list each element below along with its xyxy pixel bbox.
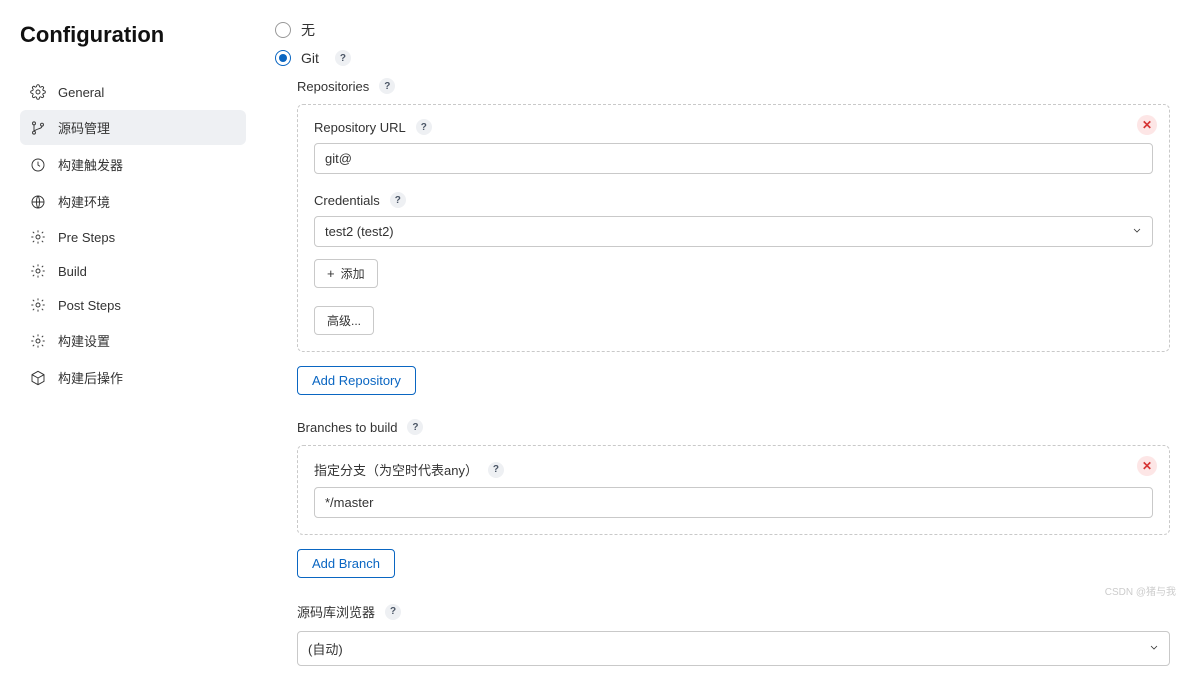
radio-label: 无 [301, 20, 315, 40]
plus-icon: + [327, 267, 335, 280]
help-icon[interactable]: ? [379, 78, 395, 94]
sidebar-item-postbuild[interactable]: 构建后操作 [20, 360, 246, 395]
sidebar-item-scm[interactable]: 源码管理 [20, 110, 246, 145]
sidebar-item-label: 构建环境 [58, 192, 110, 211]
branch-block: ✕ 指定分支（为空时代表any） ? [297, 445, 1170, 535]
delete-branch-button[interactable]: ✕ [1137, 456, 1157, 476]
watermark: CSDN @猪与我 [1105, 583, 1176, 598]
sidebar-item-general[interactable]: General [20, 76, 246, 108]
page-title: Configuration [20, 22, 246, 48]
add-repository-button[interactable]: Add Repository [297, 366, 416, 395]
sidebar-item-poststeps[interactable]: Post Steps [20, 289, 246, 321]
sidebar: Configuration General 源码管理 构建触发器 构建环境 Pr… [0, 0, 258, 678]
branch-spec-label: 指定分支（为空时代表any） ? [314, 460, 1153, 479]
sidebar-item-build[interactable]: Build [20, 255, 246, 287]
sidebar-item-label: Build [58, 264, 87, 279]
help-icon[interactable]: ? [407, 419, 423, 435]
repo-url-label: Repository URL ? [314, 119, 1153, 135]
globe-icon [30, 194, 46, 210]
sidebar-item-label: 构建后操作 [58, 368, 123, 387]
radio-label: Git [301, 50, 319, 66]
repositories-heading: Repositories ? [297, 78, 1170, 94]
sidebar-item-buildsettings[interactable]: 构建设置 [20, 323, 246, 358]
help-icon[interactable]: ? [390, 192, 406, 208]
gear-icon [30, 263, 46, 279]
sidebar-item-label: Post Steps [58, 298, 121, 313]
sidebar-item-env[interactable]: 构建环境 [20, 184, 246, 219]
package-icon [30, 370, 46, 386]
help-icon[interactable]: ? [385, 604, 401, 620]
repo-url-input[interactable] [314, 143, 1153, 174]
branch-icon [30, 120, 46, 136]
credentials-select[interactable]: test2 (test2) [314, 216, 1153, 247]
sidebar-item-triggers[interactable]: 构建触发器 [20, 147, 246, 182]
help-icon[interactable]: ? [416, 119, 432, 135]
sidebar-item-label: General [58, 85, 104, 100]
gear-icon [30, 297, 46, 313]
scm-option-git[interactable]: Git ? [269, 50, 1170, 66]
sidebar-item-label: 构建触发器 [58, 155, 123, 174]
help-icon[interactable]: ? [488, 462, 504, 478]
gear-icon [30, 333, 46, 349]
add-branch-button[interactable]: Add Branch [297, 549, 395, 578]
clock-icon [30, 157, 46, 173]
credentials-label: Credentials ? [314, 192, 1153, 208]
radio-icon[interactable] [275, 22, 291, 38]
radio-icon[interactable] [275, 50, 291, 66]
sidebar-item-presteps[interactable]: Pre Steps [20, 221, 246, 253]
repo-browser-select[interactable]: (自动) [297, 631, 1170, 666]
scm-option-none[interactable]: 无 [269, 20, 1170, 40]
main-content: 无 Git ? Repositories ? ✕ Repository URL … [258, 0, 1184, 678]
gear-icon [30, 84, 46, 100]
sidebar-item-label: 源码管理 [58, 118, 110, 137]
gear-icon [30, 229, 46, 245]
repo-browser-heading: 源码库浏览器 ? [297, 602, 1170, 621]
advanced-button[interactable]: 高级... [314, 306, 374, 335]
add-credentials-button[interactable]: + 添加 [314, 259, 378, 288]
sidebar-item-label: 构建设置 [58, 331, 110, 350]
branches-heading: Branches to build ? [297, 419, 1170, 435]
sidebar-item-label: Pre Steps [58, 230, 115, 245]
delete-repository-button[interactable]: ✕ [1137, 115, 1157, 135]
repository-block: ✕ Repository URL ? Credentials ? test2 (… [297, 104, 1170, 352]
help-icon[interactable]: ? [335, 50, 351, 66]
branch-spec-input[interactable] [314, 487, 1153, 518]
